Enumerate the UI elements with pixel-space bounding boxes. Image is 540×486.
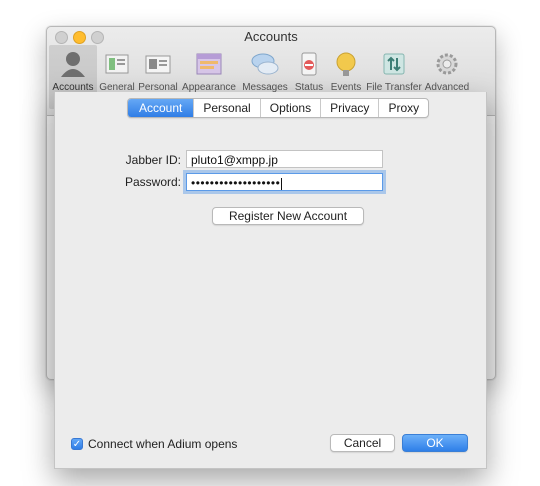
advanced-icon: [432, 49, 462, 79]
password-label: Password:: [124, 175, 181, 189]
connect-when-opens-row[interactable]: ✓ Connect when Adium opens: [71, 437, 237, 451]
accounts-icon: [58, 49, 88, 79]
tab-proxy[interactable]: Proxy: [378, 99, 428, 117]
jabber-id-field[interactable]: pluto1@xmpp.jp: [186, 150, 383, 168]
events-icon: [331, 49, 361, 79]
jabber-id-label: Jabber ID:: [125, 153, 181, 167]
file-transfer-icon: [379, 49, 409, 79]
appearance-icon: [194, 49, 224, 79]
password-masked-text: •••••••••••••••••••: [191, 176, 281, 190]
tab-options[interactable]: Options: [259, 99, 320, 117]
messages-icon: [250, 49, 280, 79]
cancel-button[interactable]: Cancel: [330, 434, 395, 452]
password-field[interactable]: •••••••••••••••••••: [186, 173, 383, 191]
register-new-account-button[interactable]: Register New Account: [212, 207, 364, 225]
account-sheet: Account Personal Options Privacy Proxy J…: [54, 92, 487, 469]
personal-icon: [143, 49, 173, 79]
text-caret: [281, 177, 283, 190]
account-tabs: Account Personal Options Privacy Proxy: [127, 98, 430, 118]
connect-when-opens-label: Connect when Adium opens: [88, 437, 238, 451]
tab-personal[interactable]: Personal: [193, 99, 259, 117]
tab-account[interactable]: Account: [128, 99, 194, 117]
tab-privacy[interactable]: Privacy: [320, 99, 378, 117]
connect-when-opens-checkbox[interactable]: ✓: [71, 438, 83, 450]
general-icon: [102, 49, 132, 79]
ok-button[interactable]: OK: [402, 434, 468, 452]
window-title: Accounts: [244, 29, 298, 44]
status-icon: [294, 49, 324, 79]
